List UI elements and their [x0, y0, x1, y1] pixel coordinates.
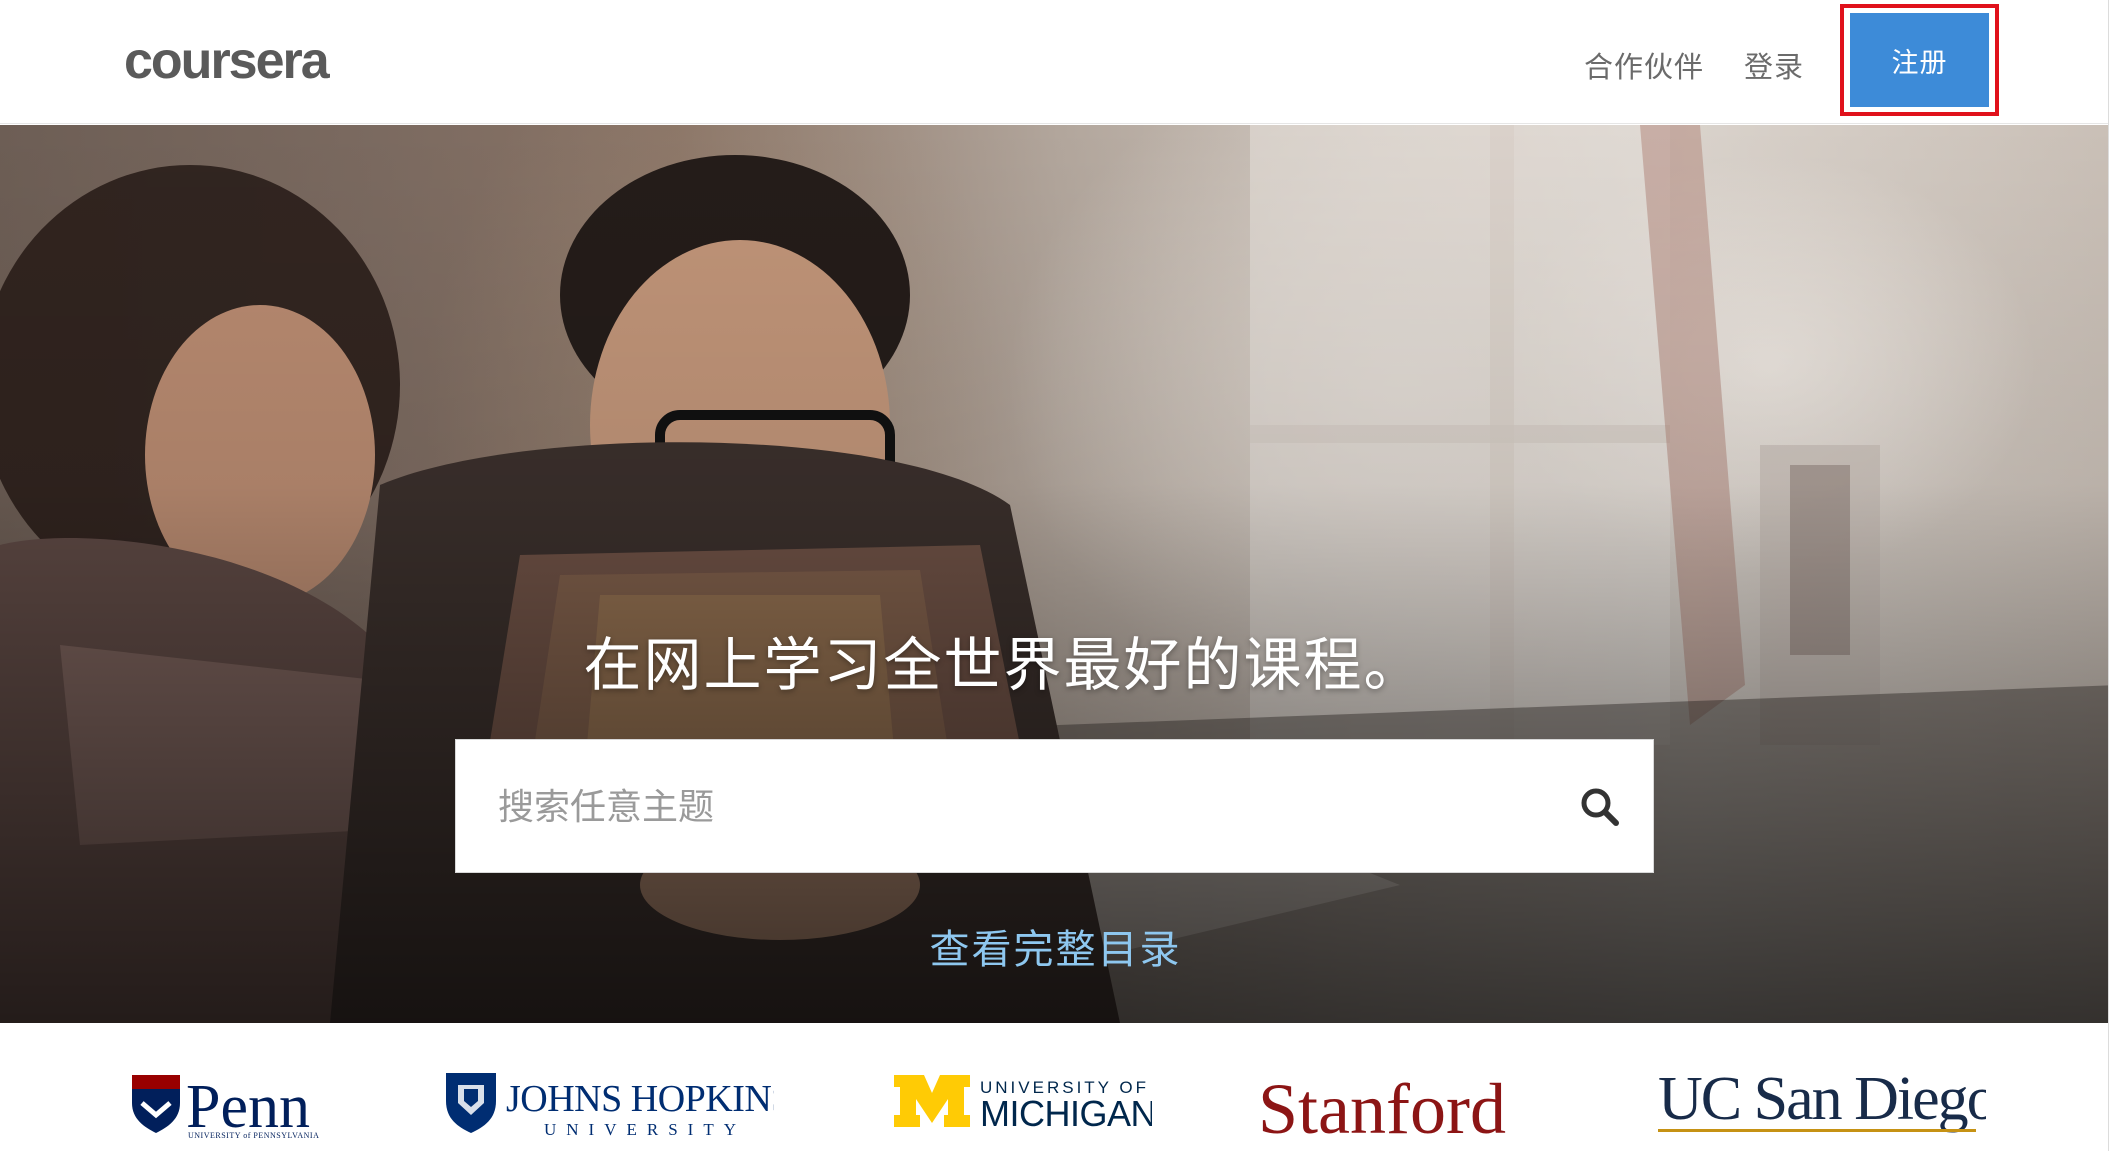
signup-button[interactable]: 注册	[1850, 13, 1989, 107]
top-header: coursera 合作伙伴 登录 注册	[0, 0, 2119, 124]
coursera-logo[interactable]: coursera	[124, 38, 384, 86]
johns-hopkins-logo[interactable]: JOHNS HOPKINS UNIVERSITY	[444, 1023, 774, 1151]
window-right-edge	[2108, 0, 2119, 1151]
partner-logos: Penn UNIVERSITY of PENNSYLVANIA JOHNS HO…	[0, 1023, 2119, 1151]
stanford-name: Stanford	[1258, 1069, 1506, 1149]
michigan-line2: MICHIGAN	[980, 1093, 1152, 1134]
search-input[interactable]	[498, 780, 1498, 834]
penn-logo[interactable]: Penn UNIVERSITY of PENNSYLVANIA	[128, 1023, 328, 1151]
search-box	[455, 739, 1654, 873]
jhu-subtitle: UNIVERSITY	[544, 1120, 746, 1139]
nav-login-link[interactable]: 登录	[1744, 44, 1804, 86]
michigan-logo[interactable]: UNIVERSITY OF MICHIGAN	[892, 1023, 1152, 1151]
uc-san-diego-logo[interactable]: UC San Diego	[1656, 1023, 1986, 1151]
stanford-logo[interactable]: Stanford	[1258, 1023, 1548, 1151]
michigan-block-m-icon	[894, 1075, 970, 1127]
catalog-link-text[interactable]: 查看完整目录	[930, 917, 1182, 975]
page: coursera 合作伙伴 登录 注册 在网上学习全世界最好的课程。 搜索任意主…	[0, 0, 2119, 1151]
penn-shield-icon	[132, 1075, 180, 1133]
view-full-catalog-link[interactable]: 查看完整目录	[0, 917, 2119, 975]
hero-shade-overlay	[0, 125, 2119, 1023]
ucsd-name: UC San Diego	[1658, 1065, 1986, 1133]
jhu-shield-icon	[446, 1073, 496, 1133]
hero-title: 在网上学习全世界最好的课程。	[0, 618, 2119, 702]
search-icon[interactable]	[1579, 786, 1621, 828]
hero-title-text: 在网上学习全世界最好的课程。	[583, 631, 1424, 699]
jhu-name: JOHNS HOPKINS	[506, 1078, 774, 1120]
nav-partners-link[interactable]: 合作伙伴	[1584, 44, 1704, 86]
hero-banner: 在网上学习全世界最好的课程。 查看完整目录	[0, 125, 2119, 1023]
penn-subtitle: UNIVERSITY of PENNSYLVANIA	[188, 1131, 319, 1140]
logo-text: coursera	[124, 38, 331, 86]
